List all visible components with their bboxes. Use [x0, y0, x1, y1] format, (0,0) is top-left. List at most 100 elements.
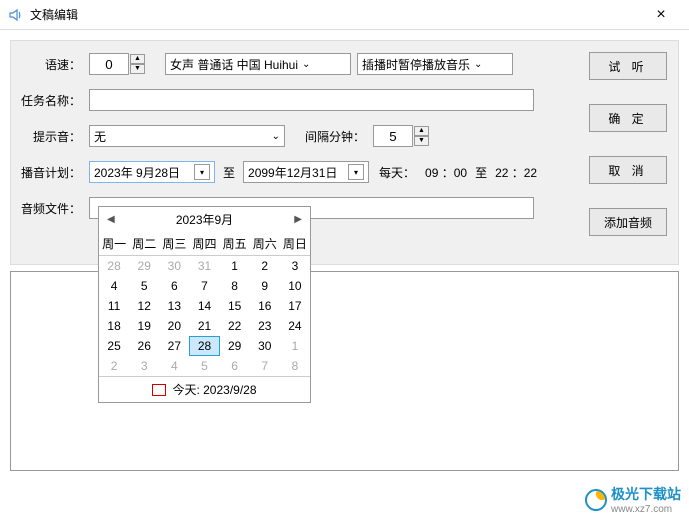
taskname-input[interactable]	[89, 89, 534, 111]
daily-label: 每天：	[369, 164, 425, 181]
calendar-day[interactable]: 10	[280, 276, 310, 296]
end-date-value: 2099年12月31日	[248, 164, 337, 181]
cancel-button[interactable]: 取 消	[589, 156, 667, 184]
ok-button[interactable]: 确 定	[589, 104, 667, 132]
calendar-day[interactable]: 5	[129, 276, 159, 296]
time-end[interactable]: 22 ：22	[495, 164, 537, 181]
alert-select[interactable]: 无 ⌄	[89, 125, 285, 147]
calendar-day[interactable]: 5	[189, 356, 219, 376]
calendar-day[interactable]: 12	[129, 296, 159, 316]
interval-input[interactable]	[373, 125, 413, 147]
calendar-day-header: 周日	[280, 232, 310, 256]
time-start[interactable]: 09 ：00	[425, 164, 467, 181]
calendar-day[interactable]: 30	[250, 336, 280, 356]
interval-up[interactable]: ▲	[414, 126, 429, 136]
title-bar: 文稿编辑 ×	[0, 0, 689, 30]
calendar-day[interactable]: 17	[280, 296, 310, 316]
calendar-day[interactable]: 6	[159, 276, 189, 296]
interval-label: 间隔分钟：	[305, 128, 365, 145]
voice-select[interactable]: 女声 普通话 中国 Huihui ⌄	[165, 53, 351, 75]
row-plan: 播音计划： 2023年 9月28日 ▾ 至 2099年12月31日 ▾ 每天： …	[21, 161, 668, 183]
calendar-day[interactable]: 18	[99, 316, 129, 336]
calendar-day[interactable]: 19	[129, 316, 159, 336]
calendar-day-header: 周二	[129, 232, 159, 256]
calendar-day[interactable]: 25	[99, 336, 129, 356]
plan-label: 播音计划：	[21, 164, 89, 181]
calendar-day[interactable]: 7	[189, 276, 219, 296]
calendar-day-header: 周五	[220, 232, 250, 256]
calendar-day[interactable]: 29	[129, 256, 159, 276]
calendar-day[interactable]: 11	[99, 296, 129, 316]
calendar-day[interactable]: 14	[189, 296, 219, 316]
interval-spinner[interactable]: ▲ ▼	[373, 125, 429, 147]
calendar-day[interactable]: 8	[220, 276, 250, 296]
calendar-day[interactable]: 6	[220, 356, 250, 376]
alert-label: 提示音：	[21, 128, 89, 145]
calendar-day-header: 周三	[159, 232, 189, 256]
calendar-dropdown-icon[interactable]: ▾	[194, 164, 210, 180]
calendar-day[interactable]: 24	[280, 316, 310, 336]
close-button[interactable]: ×	[641, 6, 681, 24]
start-date-value: 2023年 9月28日	[94, 164, 180, 181]
preview-button[interactable]: 试 听	[589, 52, 667, 80]
calendar-day[interactable]: 2	[99, 356, 129, 376]
today-label: 今天: 2023/9/28	[172, 381, 256, 398]
calendar-day[interactable]: 2	[250, 256, 280, 276]
calendar-day[interactable]: 27	[159, 336, 189, 356]
calendar-day[interactable]: 16	[250, 296, 280, 316]
button-column: 试 听 确 定 取 消 添加音频	[589, 52, 667, 236]
calendar-day[interactable]: 4	[159, 356, 189, 376]
calendar-day[interactable]: 13	[159, 296, 189, 316]
interval-down[interactable]: ▼	[414, 136, 429, 146]
pause-value: 插播时暂停播放音乐	[362, 56, 470, 73]
add-audio-button[interactable]: 添加音频	[589, 208, 667, 236]
taskname-label: 任务名称：	[21, 92, 89, 109]
calendar-month-label[interactable]: 2023年9月	[176, 211, 233, 228]
watermark-url: www.xz7.com	[611, 504, 681, 515]
calendar-day[interactable]: 21	[189, 316, 219, 336]
calendar-day[interactable]: 28	[99, 256, 129, 276]
prev-month-button[interactable]: ◀	[107, 214, 115, 225]
calendar-day[interactable]: 4	[99, 276, 129, 296]
next-month-button[interactable]: ▶	[294, 214, 302, 225]
window-title: 文稿编辑	[30, 6, 641, 23]
to-label: 至	[215, 164, 243, 181]
end-date-picker[interactable]: 2099年12月31日 ▾	[243, 161, 369, 183]
calendar-day[interactable]: 23	[250, 316, 280, 336]
calendar-day[interactable]: 29	[220, 336, 250, 356]
pause-select[interactable]: 插播时暂停播放音乐 ⌄	[357, 53, 513, 75]
watermark: 极光下载站 www.xz7.com	[585, 484, 681, 515]
calendar-day[interactable]: 20	[159, 316, 189, 336]
calendar-day[interactable]: 28	[189, 336, 219, 356]
speed-up[interactable]: ▲	[130, 54, 145, 64]
watermark-logo-icon	[585, 489, 607, 511]
chevron-down-icon: ⌄	[302, 59, 310, 70]
calendar-day[interactable]: 22	[220, 316, 250, 336]
calendar-day[interactable]: 1	[280, 336, 310, 356]
calendar-day[interactable]: 8	[280, 356, 310, 376]
calendar-dropdown-icon[interactable]: ▾	[348, 164, 364, 180]
calendar-day[interactable]: 3	[280, 256, 310, 276]
calendar-day[interactable]: 3	[129, 356, 159, 376]
calendar-day[interactable]: 9	[250, 276, 280, 296]
speed-spinner[interactable]: ▲ ▼	[89, 53, 145, 75]
audio-label: 音频文件：	[21, 200, 89, 217]
today-marker-icon	[152, 384, 166, 396]
date-picker-popup: ◀ 2023年9月 ▶ 周一周二周三周四周五周六周日28293031123456…	[98, 206, 311, 403]
start-date-picker[interactable]: 2023年 9月28日 ▾	[89, 161, 215, 183]
voice-value: 女声 普通话 中国 Huihui	[170, 56, 298, 73]
speed-input[interactable]	[89, 53, 129, 75]
calendar-day[interactable]: 31	[189, 256, 219, 276]
calendar-day[interactable]: 26	[129, 336, 159, 356]
time-to-label: 至	[467, 164, 495, 181]
calendar-day[interactable]: 7	[250, 356, 280, 376]
calendar-day[interactable]: 30	[159, 256, 189, 276]
watermark-name: 极光下载站	[611, 484, 681, 504]
row-alert: 提示音： 无 ⌄ 间隔分钟： ▲ ▼	[21, 125, 668, 147]
speed-down[interactable]: ▼	[130, 64, 145, 74]
calendar-footer[interactable]: 今天: 2023/9/28	[99, 376, 310, 402]
calendar-day[interactable]: 1	[220, 256, 250, 276]
row-speed: 语速： ▲ ▼ 女声 普通话 中国 Huihui ⌄ 插播时暂停播放音乐 ⌄	[21, 53, 668, 75]
chevron-down-icon: ⌄	[474, 59, 482, 70]
calendar-day[interactable]: 15	[220, 296, 250, 316]
